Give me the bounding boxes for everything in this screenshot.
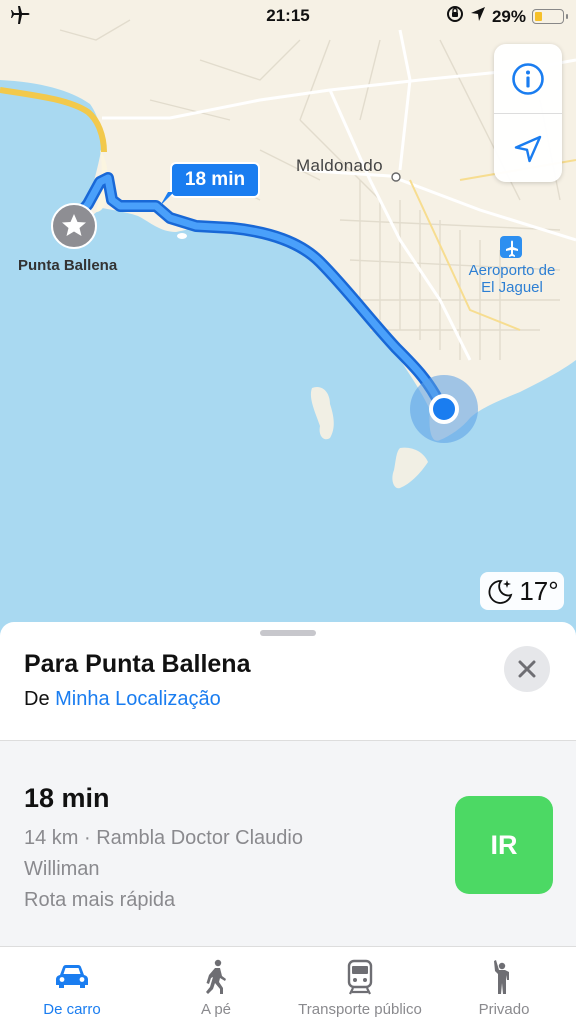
weather-temperature: 17°	[519, 575, 559, 606]
walking-icon	[206, 959, 226, 994]
route-street-cont: Williman	[24, 858, 100, 880]
route-fastest-label: Rota mais rápida	[24, 889, 176, 911]
directions-sheet: Para Punta Ballena De Minha Localização …	[0, 622, 576, 1024]
tab-transit[interactable]: Transporte público	[288, 957, 432, 1018]
tab-driving[interactable]: De carro	[0, 957, 144, 1018]
route-description: 14 km · Rambla Doctor Claudio Williman R…	[24, 823, 364, 916]
info-icon	[512, 62, 544, 95]
sheet-grabber[interactable]	[260, 630, 316, 636]
city-dot	[391, 172, 401, 182]
current-location-dot[interactable]	[429, 394, 459, 424]
close-button[interactable]	[504, 646, 550, 692]
transport-mode-tabbar: De carro A pé Transporte público Privado	[0, 947, 576, 1024]
status-bar: 21:15 29%	[0, 0, 576, 32]
hail-icon	[494, 960, 509, 994]
destination-pin[interactable]	[51, 203, 97, 249]
battery-percentage: 29%	[491, 6, 526, 26]
eta-callout-text: 18 min	[184, 169, 246, 190]
close-icon	[518, 660, 536, 678]
tab-walking[interactable]: A pé	[144, 957, 288, 1018]
destination-title: Para Punta Ballena	[24, 650, 251, 678]
track-location-button[interactable]	[494, 113, 562, 183]
map-controls	[494, 44, 562, 182]
map-view[interactable]: Maldonado Punta Ballena Aeroporto de El …	[0, 0, 576, 640]
route-distance-street: 14 km · Rambla Doctor Claudio	[24, 827, 303, 849]
place-label-airport: Aeroporto de El Jaguel	[468, 262, 556, 296]
weather-chip[interactable]: 17°	[480, 572, 564, 610]
eta-callout[interactable]: 18 min	[170, 162, 260, 198]
origin-link[interactable]: Minha Localização	[55, 688, 221, 710]
orientation-lock-icon	[446, 5, 464, 28]
route-option[interactable]: 18 min 14 km · Rambla Doctor Claudio Wil…	[0, 741, 576, 946]
tab-label: Privado	[478, 1001, 530, 1018]
tab-label: A pé	[200, 1001, 232, 1018]
location-services-icon	[470, 6, 486, 27]
tab-label: Transporte público	[298, 1001, 422, 1018]
route-duration: 18 min	[24, 783, 110, 813]
go-button[interactable]: IR	[455, 796, 553, 894]
tab-ride-hailing[interactable]: Privado	[432, 957, 576, 1018]
battery-icon	[532, 9, 568, 24]
origin-prefix: De	[24, 688, 56, 710]
rock	[177, 233, 187, 239]
location-arrow-icon	[514, 135, 542, 162]
origin-line: De Minha Localização	[24, 688, 221, 711]
moon-stars-icon	[488, 580, 513, 604]
train-icon	[347, 959, 373, 995]
eta-callout-tail	[160, 192, 174, 206]
map-canvas[interactable]	[0, 0, 576, 640]
tab-label: De carro	[43, 1001, 101, 1018]
map-info-button[interactable]	[494, 44, 562, 113]
car-icon	[56, 965, 88, 988]
place-label-destination: Punta Ballena	[18, 257, 118, 274]
place-label-maldonado: Maldonado	[296, 156, 383, 175]
airport-icon	[500, 236, 522, 258]
